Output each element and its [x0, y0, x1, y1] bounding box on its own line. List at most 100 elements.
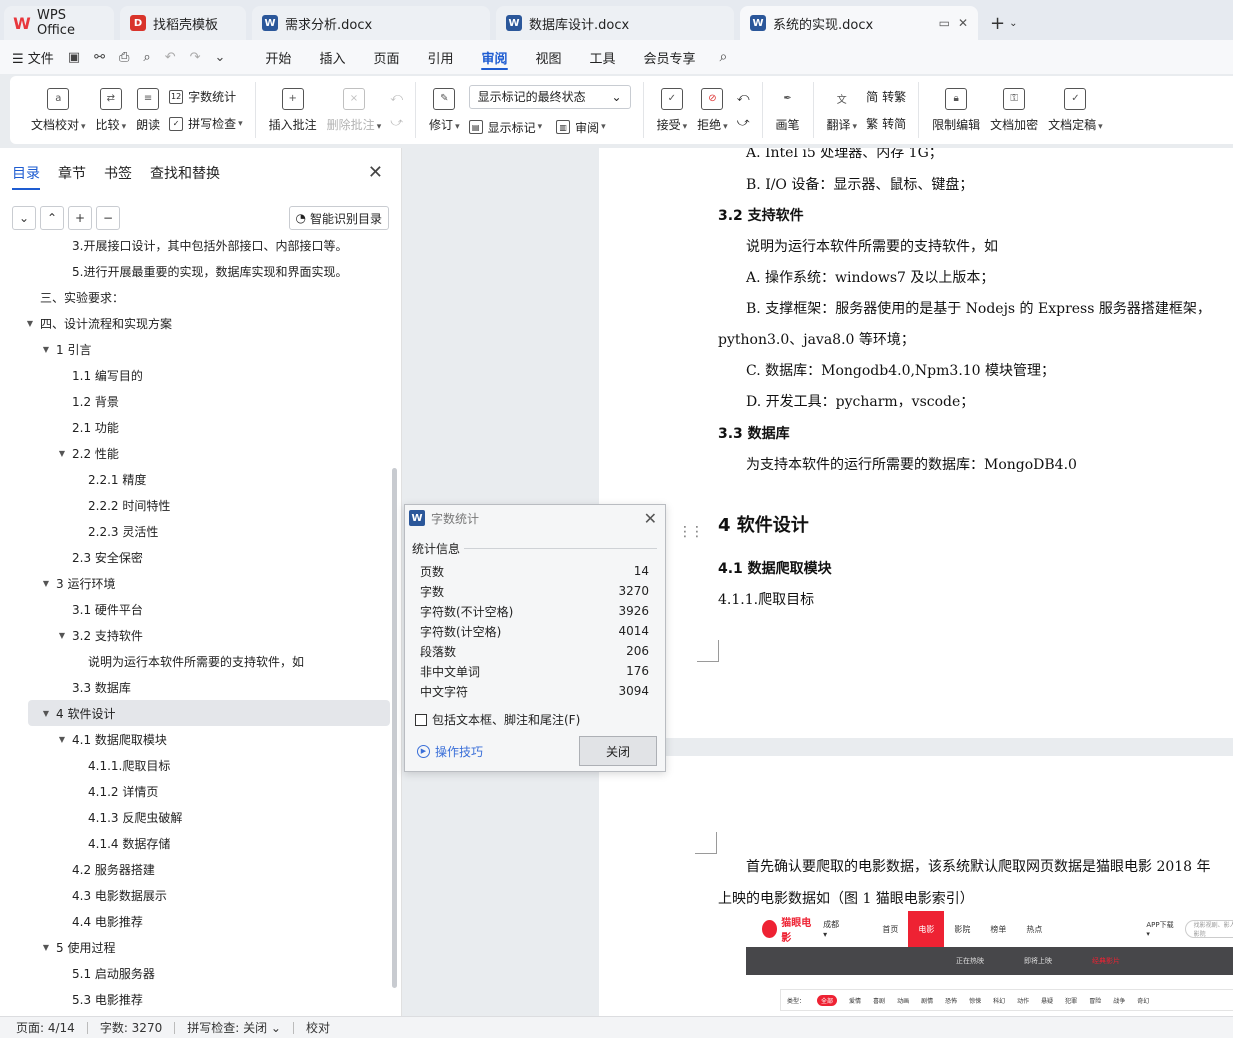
add-heading-icon[interactable]: + [68, 206, 92, 230]
chevron-down-icon[interactable]: ⌄ [215, 50, 226, 65]
toc-item[interactable]: 5.进行开展最重要的实现，数据库实现和界面实现。 [0, 258, 392, 284]
expand-icon[interactable]: ⌃ [40, 206, 64, 230]
nav-tab-sections[interactable]: 章节 [58, 148, 86, 198]
expand-arrow-icon[interactable]: ▼ [40, 709, 52, 718]
tab-system-impl-doc[interactable]: W 系统的实现.docx ▭ ✕ [740, 6, 978, 40]
doc-encrypt-button[interactable]: ⚿ 文档加密 [985, 82, 1043, 138]
menu-tab-tools[interactable]: 工具 [576, 40, 630, 74]
toc-item[interactable]: ▼ 4 软件设计 [28, 700, 390, 726]
menu-tab-view[interactable]: 视图 [522, 40, 576, 74]
to-traditional-button[interactable]: 简 转繁 [866, 88, 906, 105]
next-comment-icon[interactable]: ⤻ [390, 115, 403, 130]
proofread-indicator[interactable]: 校对 [306, 1019, 330, 1036]
tab-requirements-doc[interactable]: W 需求分析.docx [252, 6, 490, 40]
next-change-icon[interactable]: ⤻ [737, 115, 750, 130]
collapse-icon[interactable]: ⌄ [12, 206, 36, 230]
pen-button[interactable]: ✒ 画笔 [771, 82, 805, 138]
toc-item[interactable]: 3.1 硬件平台 [0, 596, 392, 622]
menu-tab-insert[interactable]: 插入 [305, 40, 359, 74]
scrollbar[interactable] [392, 468, 397, 988]
revise-button[interactable]: ✎ 修订 ▾ [424, 82, 465, 138]
word-count-button[interactable]: 12 字数统计 [169, 88, 243, 105]
nav-tab-bookmarks[interactable]: 书签 [104, 148, 132, 198]
toc-item[interactable]: 5.1 启动服务器 [0, 960, 392, 986]
print-icon[interactable]: ⎙ [119, 50, 129, 65]
remove-heading-icon[interactable]: − [96, 206, 120, 230]
search-icon[interactable]: ⌕ [720, 49, 728, 65]
toc-item[interactable]: ▼ 4.1 数据爬取模块 [0, 726, 392, 752]
expand-arrow-icon[interactable]: ▼ [56, 735, 68, 744]
reject-button[interactable]: ⊘ 拒绝 ▾ [692, 82, 733, 138]
toc-item[interactable]: 4.1.3 反爬虫破解 [0, 804, 392, 830]
toc-item[interactable]: 4.4 电影推荐 [0, 908, 392, 934]
tab-database-doc[interactable]: W 数据库设计.docx [496, 6, 734, 40]
menu-tab-references[interactable]: 引用 [413, 40, 467, 74]
markup-view-select[interactable]: 显示标记的最终状态 ⌄ [468, 84, 631, 109]
show-markup-button[interactable]: ▤ 显示标记 ▾ [468, 119, 542, 136]
toc-item[interactable]: 4.3 电影数据展示 [0, 882, 392, 908]
menu-tab-page[interactable]: 页面 [359, 40, 413, 74]
undo-icon[interactable]: ↶ [165, 50, 176, 65]
close-icon[interactable]: ✕ [958, 16, 968, 30]
doc-check-button[interactable]: a 文档校对 ▾ [26, 82, 91, 138]
toc-item[interactable]: 三、实验要求： [0, 284, 392, 310]
toc-item[interactable]: ▼ 5 使用过程 [0, 934, 392, 960]
expand-arrow-icon[interactable]: ▼ [56, 631, 68, 640]
print-preview-icon[interactable]: ⌕ [143, 50, 150, 65]
tips-link[interactable]: ▶ 操作技巧 [417, 743, 483, 760]
translate-button[interactable]: 文 翻译 ▾ [822, 82, 863, 138]
expand-arrow-icon[interactable]: ▼ [24, 319, 36, 328]
previous-change-icon[interactable]: ⤺ [737, 90, 750, 105]
page-indicator[interactable]: 页面: 4/14 [16, 1019, 75, 1036]
toc-item[interactable]: 4.1.2 详情页 [0, 778, 392, 804]
to-simplified-button[interactable]: 繁 转简 [866, 115, 906, 132]
toc-item[interactable]: 3.开展接口设计，其中包括外部接口、内部接口等。 [0, 238, 392, 258]
toc-item[interactable]: ▼ 3.2 支持软件 [0, 622, 392, 648]
toc-item[interactable]: 2.1 功能 [0, 414, 392, 440]
include-textbox-checkbox[interactable]: 包括文本框、脚注和尾注(F) [415, 711, 665, 728]
toc-item[interactable]: 4.1.4 数据存储 [0, 830, 392, 856]
close-icon[interactable]: ✕ [368, 162, 383, 183]
insert-comment-button[interactable]: + 插入批注 [264, 82, 322, 138]
toc-item[interactable]: ▼ 2.2 性能 [0, 440, 392, 466]
drag-handle-icon[interactable]: ⋮⋮ [678, 524, 704, 540]
file-menu[interactable]: ☰ 文件 [12, 48, 54, 67]
expand-arrow-icon[interactable]: ▼ [40, 943, 52, 952]
tab-daoke-templates[interactable]: D 找稻壳模板 [120, 6, 246, 40]
nav-tab-toc[interactable]: 目录 [12, 148, 40, 198]
new-tab-button[interactable]: + ⌄ [990, 6, 1017, 40]
menu-tab-review[interactable]: 审阅 [467, 40, 521, 74]
tab-wps-office[interactable]: W WPS Office [4, 6, 114, 40]
toc-item[interactable]: 1.1 编写目的 [0, 362, 392, 388]
restrict-edit-button[interactable]: 🔒︎ 限制编辑 [927, 82, 985, 138]
save-icon[interactable]: ▣ [68, 50, 80, 65]
toc-item[interactable]: ▼ 四、设计流程和实现方案 [0, 310, 392, 336]
redo-icon[interactable]: ↷ [190, 50, 201, 65]
toc-item[interactable]: 2.2.2 时间特性 [0, 492, 392, 518]
expand-arrow-icon[interactable]: ▼ [40, 345, 52, 354]
delete-comment-button[interactable]: × 删除批注 ▾ [322, 82, 387, 138]
nav-tab-find-replace[interactable]: 查找和替换 [150, 148, 220, 198]
spell-check-indicator[interactable]: 拼写检查: 关闭 ⌄ [187, 1019, 281, 1036]
read-aloud-button[interactable]: ≡ 朗读 [131, 82, 165, 138]
accept-button[interactable]: ✓ 接受 ▾ [652, 82, 693, 138]
toc-item[interactable]: 2.2.1 精度 [0, 466, 392, 492]
window-icon[interactable]: ▭ [939, 16, 950, 30]
toc-item[interactable]: 4.2 服务器搭建 [0, 856, 392, 882]
close-icon[interactable]: ✕ [644, 509, 657, 528]
compare-button[interactable]: ⇄ 比较 ▾ [91, 82, 132, 138]
expand-arrow-icon[interactable]: ▼ [40, 579, 52, 588]
toc-item[interactable]: 5.3 电影推荐 [0, 986, 392, 1012]
toc-item[interactable]: 1.2 背景 [0, 388, 392, 414]
toc-item[interactable]: 2.3 安全保密 [0, 544, 392, 570]
toc-item[interactable]: ▼ 1 引言 [0, 336, 392, 362]
review-pane-button[interactable]: ▥ 审阅 ▾ [556, 119, 606, 136]
menu-tab-home[interactable]: 开始 [251, 40, 305, 74]
close-button[interactable]: 关闭 [579, 736, 657, 766]
toc-item[interactable]: ▼ 3 运行环境 [0, 570, 392, 596]
menu-tab-member[interactable]: 会员专享 [630, 40, 710, 74]
doc-finalize-button[interactable]: ✓ 文档定稿 ▾ [1043, 82, 1108, 138]
toc-item[interactable]: 3.3 数据库 [0, 674, 392, 700]
previous-comment-icon[interactable]: ⤺ [390, 90, 403, 105]
toc-item[interactable]: 说明为运行本软件所需要的支持软件，如 [0, 648, 392, 674]
